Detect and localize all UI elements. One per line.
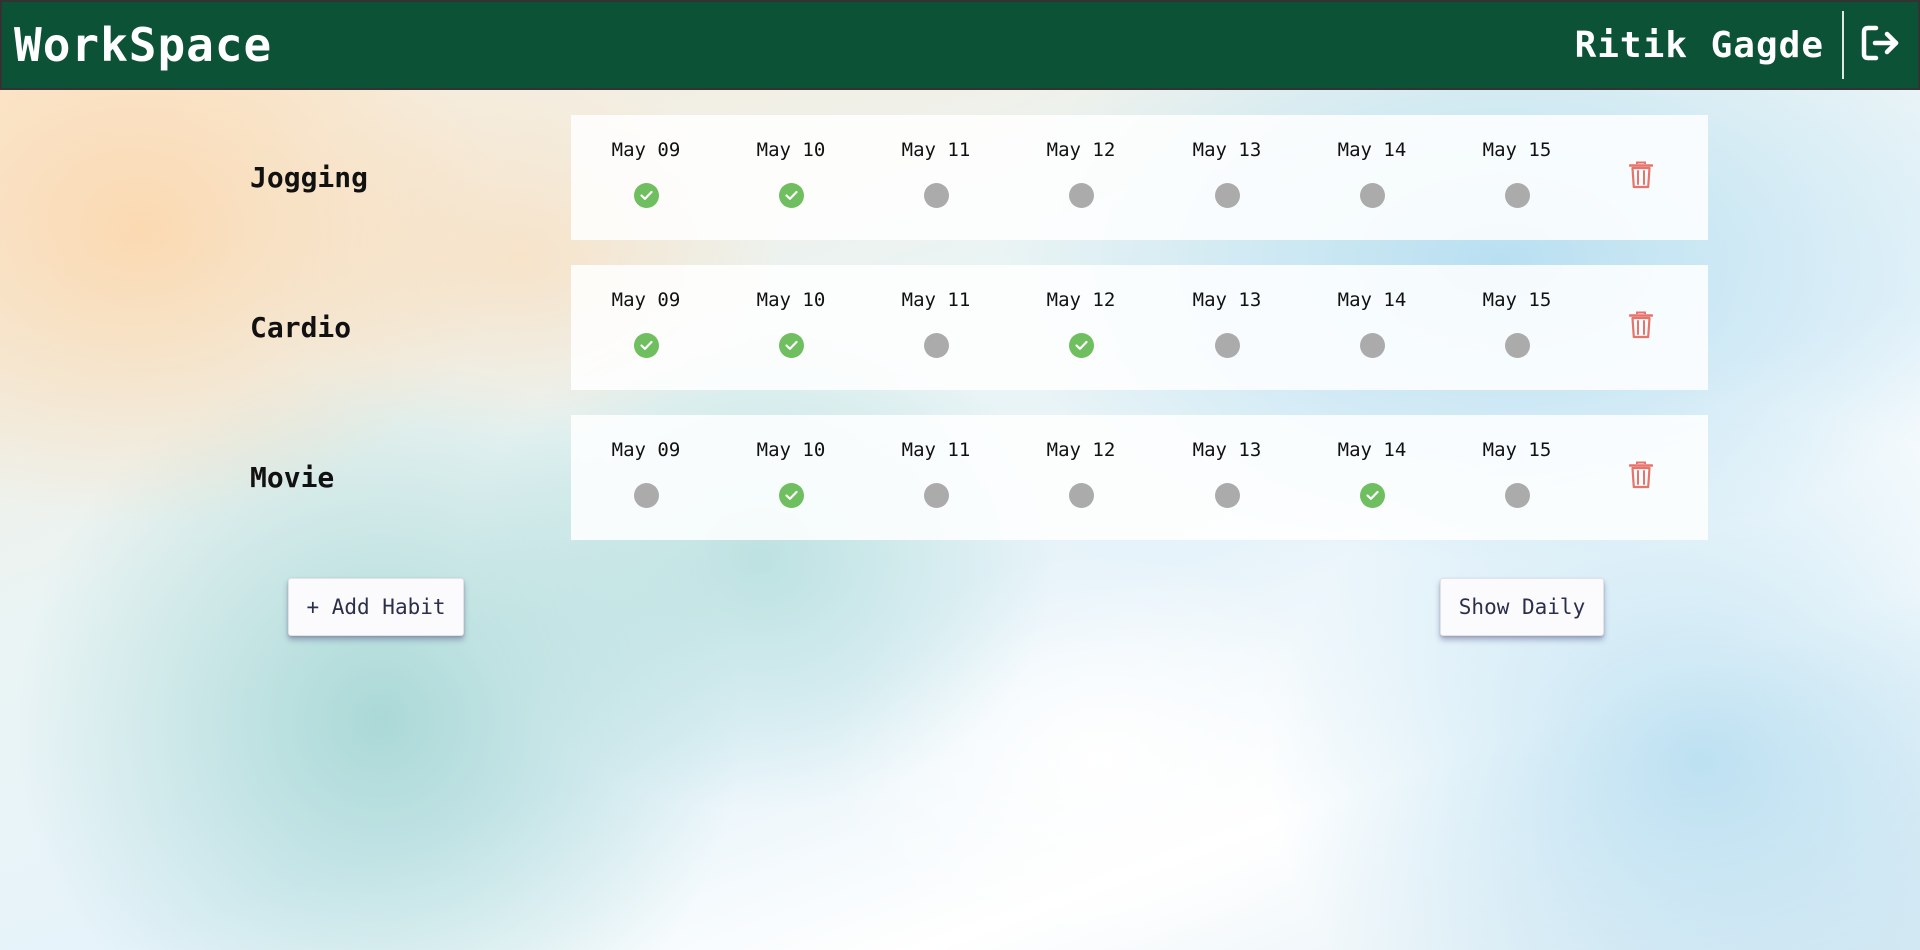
day-cell: May 15 bbox=[1457, 415, 1577, 540]
check-icon bbox=[785, 490, 798, 500]
day-label: May 12 bbox=[1046, 139, 1116, 161]
habit-week-card: May 09 May 10 May 11 May 12 May 13 May 1… bbox=[571, 115, 1708, 240]
trash-icon bbox=[1629, 461, 1653, 489]
check-icon bbox=[785, 340, 798, 350]
day-status-toggle[interactable] bbox=[924, 183, 949, 208]
day-status-toggle[interactable] bbox=[924, 333, 949, 358]
day-cell: May 14 bbox=[1312, 115, 1432, 240]
habit-name: Cardio bbox=[250, 311, 352, 344]
day-label: May 15 bbox=[1482, 439, 1552, 461]
habit-board: Jogging May 09 May 10 May 11 May 12 May … bbox=[0, 90, 1920, 950]
day-status-toggle[interactable] bbox=[1360, 183, 1385, 208]
habit-name: Jogging bbox=[250, 161, 369, 194]
day-cell: May 14 bbox=[1312, 265, 1432, 390]
day-status-toggle[interactable] bbox=[1505, 183, 1530, 208]
logout-icon bbox=[1860, 24, 1902, 66]
day-label: May 12 bbox=[1046, 439, 1116, 461]
day-cell: May 10 bbox=[731, 415, 851, 540]
show-daily-button[interactable]: Show Daily bbox=[1440, 578, 1604, 636]
check-icon bbox=[1366, 490, 1379, 500]
day-status-toggle[interactable] bbox=[1360, 483, 1385, 508]
day-cell: May 13 bbox=[1167, 115, 1287, 240]
day-label: May 11 bbox=[901, 139, 971, 161]
check-icon bbox=[1075, 340, 1088, 350]
top-bar: WorkSpace Ritik Gagde bbox=[0, 0, 1920, 90]
day-cell: May 11 bbox=[876, 415, 996, 540]
day-cell: May 11 bbox=[876, 115, 996, 240]
day-label: May 15 bbox=[1482, 289, 1552, 311]
day-cell: May 13 bbox=[1167, 415, 1287, 540]
day-label: May 11 bbox=[901, 439, 971, 461]
day-label: May 10 bbox=[756, 289, 826, 311]
day-status-toggle[interactable] bbox=[634, 183, 659, 208]
day-status-toggle[interactable] bbox=[634, 333, 659, 358]
day-cell: May 12 bbox=[1021, 265, 1141, 390]
check-icon bbox=[640, 340, 653, 350]
day-status-toggle[interactable] bbox=[779, 333, 804, 358]
day-status-toggle[interactable] bbox=[1215, 183, 1240, 208]
day-status-toggle[interactable] bbox=[779, 483, 804, 508]
habit-name: Movie bbox=[250, 461, 335, 494]
habit-week-card: May 09 May 10 May 11 May 12 May 13 May 1… bbox=[571, 415, 1708, 540]
day-cell: May 10 bbox=[731, 265, 851, 390]
day-cell: May 09 bbox=[586, 115, 706, 240]
day-label: May 12 bbox=[1046, 289, 1116, 311]
day-status-toggle[interactable] bbox=[779, 183, 804, 208]
check-icon bbox=[640, 190, 653, 200]
day-label: May 14 bbox=[1337, 139, 1407, 161]
day-label: May 13 bbox=[1192, 439, 1262, 461]
day-label: May 11 bbox=[901, 289, 971, 311]
day-status-toggle[interactable] bbox=[1360, 333, 1385, 358]
day-status-toggle[interactable] bbox=[924, 483, 949, 508]
day-status-toggle[interactable] bbox=[1505, 333, 1530, 358]
delete-habit-button[interactable] bbox=[1624, 455, 1658, 495]
day-label: May 13 bbox=[1192, 139, 1262, 161]
day-cell: May 15 bbox=[1457, 265, 1577, 390]
day-cell: May 13 bbox=[1167, 265, 1287, 390]
day-label: May 09 bbox=[611, 289, 681, 311]
day-status-toggle[interactable] bbox=[1069, 333, 1094, 358]
day-cell: May 09 bbox=[586, 265, 706, 390]
day-status-toggle[interactable] bbox=[634, 483, 659, 508]
day-label: May 09 bbox=[611, 139, 681, 161]
day-label: May 09 bbox=[611, 439, 681, 461]
day-status-toggle[interactable] bbox=[1215, 483, 1240, 508]
habit-row-movie: Movie May 09 May 10 May 11 May 12 May 13… bbox=[0, 415, 1920, 540]
day-label: May 15 bbox=[1482, 139, 1552, 161]
day-cell: May 12 bbox=[1021, 415, 1141, 540]
day-cell: May 15 bbox=[1457, 115, 1577, 240]
add-habit-button[interactable]: + Add Habit bbox=[288, 578, 464, 636]
trash-icon bbox=[1629, 311, 1653, 339]
check-icon bbox=[785, 190, 798, 200]
brand-title: WorkSpace bbox=[14, 18, 273, 72]
day-status-toggle[interactable] bbox=[1069, 483, 1094, 508]
day-label: May 10 bbox=[756, 139, 826, 161]
day-status-toggle[interactable] bbox=[1215, 333, 1240, 358]
day-cell: May 11 bbox=[876, 265, 996, 390]
day-label: May 14 bbox=[1337, 439, 1407, 461]
day-cell: May 12 bbox=[1021, 115, 1141, 240]
day-label: May 13 bbox=[1192, 289, 1262, 311]
habit-row-cardio: Cardio May 09 May 10 May 11 May 12 May 1… bbox=[0, 265, 1920, 390]
delete-habit-button[interactable] bbox=[1624, 155, 1658, 195]
day-status-toggle[interactable] bbox=[1505, 483, 1530, 508]
user-area: Ritik Gagde bbox=[1575, 2, 1918, 88]
day-label: May 14 bbox=[1337, 289, 1407, 311]
day-status-toggle[interactable] bbox=[1069, 183, 1094, 208]
day-cell: May 09 bbox=[586, 415, 706, 540]
day-label: May 10 bbox=[756, 439, 826, 461]
day-cell: May 10 bbox=[731, 115, 851, 240]
day-cell: May 14 bbox=[1312, 415, 1432, 540]
trash-icon bbox=[1629, 161, 1653, 189]
habit-week-card: May 09 May 10 May 11 May 12 May 13 May 1… bbox=[571, 265, 1708, 390]
user-name: Ritik Gagde bbox=[1574, 24, 1824, 66]
logout-button[interactable] bbox=[1844, 2, 1918, 88]
delete-habit-button[interactable] bbox=[1624, 305, 1658, 345]
habit-row-jogging: Jogging May 09 May 10 May 11 May 12 May … bbox=[0, 115, 1920, 240]
